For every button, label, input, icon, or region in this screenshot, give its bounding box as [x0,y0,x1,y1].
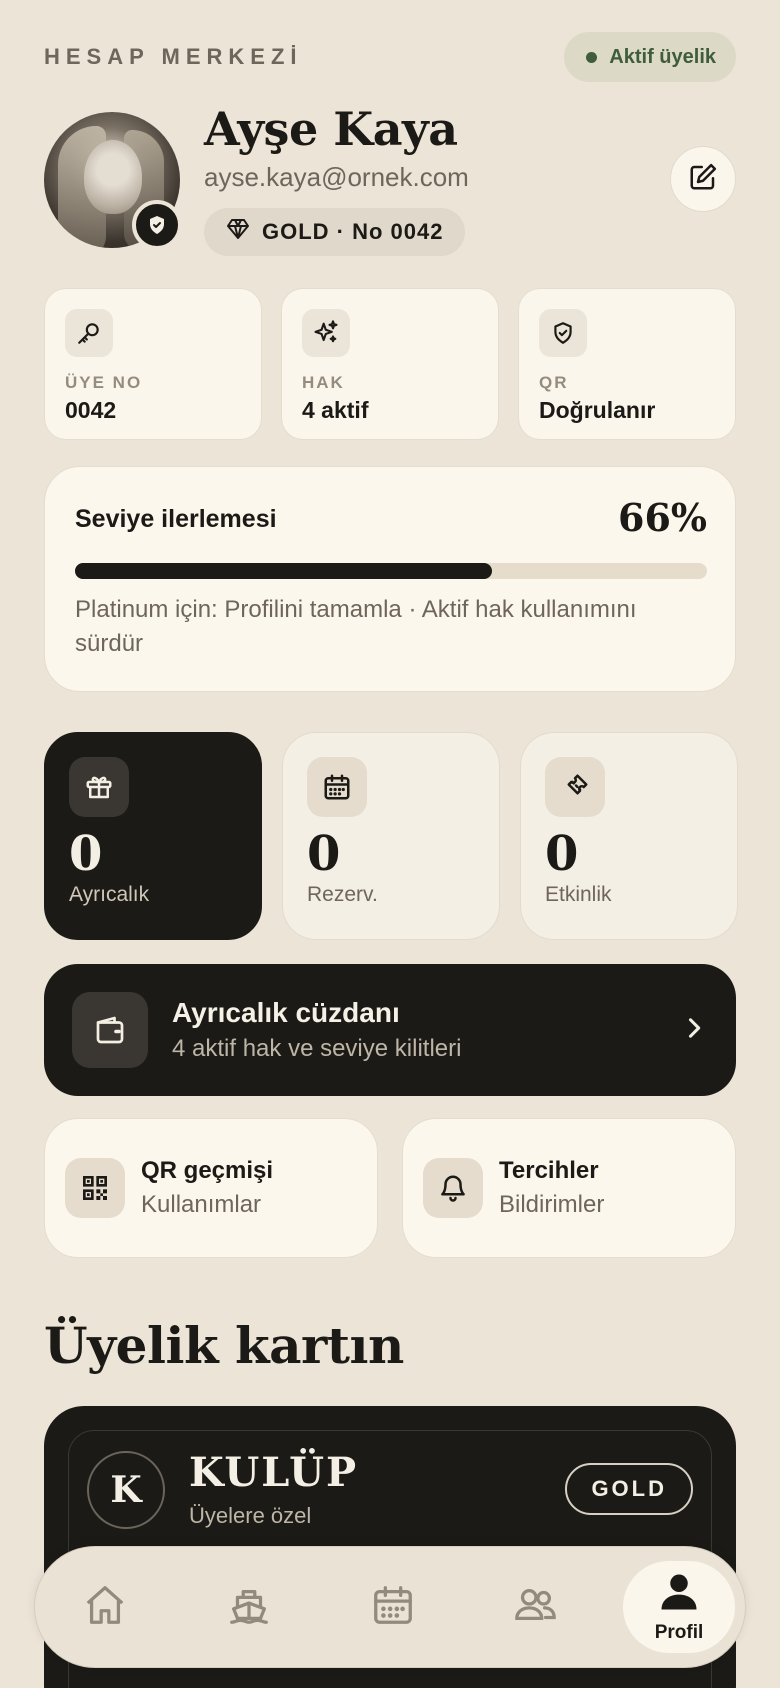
page-section-label: HESAP MERKEZİ [44,44,303,69]
calendar-icon [370,1582,416,1633]
nav-profile-label: Profil [654,1621,704,1643]
progress-fill [75,563,493,579]
level-progress-card: Seviye ilerlemesi 66% Platinum için: Pro… [44,466,736,692]
ticket-icon [545,757,605,817]
sparkles-icon [302,309,350,357]
progress-percent: 66% [618,495,707,540]
club-logo: K [87,1451,165,1529]
stat-label: Rezerv. [307,883,378,906]
tier-label: GOLD · No 0042 [262,219,444,244]
info-card-member-no: ÜYE NO 0042 [44,288,262,440]
nav-cruise[interactable] [209,1567,289,1647]
info-value: Doğrulanır [539,397,656,423]
chevron-right-icon [680,1014,708,1047]
nav-profile[interactable]: Profil [623,1561,735,1653]
edit-profile-button[interactable] [670,146,736,212]
stat-label: Etkinlik [545,883,612,906]
stat-privileges[interactable]: 0 Ayrıcalık [44,732,262,940]
wallet-title: Ayrıcalık cüzdanı [172,997,400,1028]
section-title: Üyelik kartın [44,1316,404,1375]
status-text: Aktif üyelik [609,45,716,68]
shortcut-title: Tercihler [499,1157,599,1184]
privilege-wallet-button[interactable]: Ayrıcalık cüzdanı 4 aktif hak ve seviye … [44,964,736,1096]
gift-icon [69,757,129,817]
stat-value: 0 [307,826,341,882]
ship-icon [226,1582,272,1633]
stat-label: Ayrıcalık [69,883,150,906]
progress-title: Seviye ilerlemesi [75,505,277,533]
status-dot-icon [586,51,598,63]
home-icon [82,1582,128,1633]
shortcut-title: QR geçmişi [141,1157,274,1184]
qr-code-icon [65,1158,125,1218]
user-name: Ayşe Kaya [204,102,458,156]
user-icon [658,1571,700,1618]
shield-check-icon [539,309,587,357]
bell-icon [423,1158,483,1218]
progress-track [75,563,707,579]
edit-icon [688,162,718,197]
preferences-button[interactable]: Tercihler Bildirimler [402,1118,736,1258]
shortcut-subtitle: Bildirimler [499,1191,605,1218]
users-icon [512,1582,558,1633]
stat-value: 0 [69,826,103,882]
diamond-icon [226,218,250,246]
stat-events[interactable]: 0 Etkinlik [520,732,738,940]
wallet-icon [72,992,148,1068]
shortcut-subtitle: Kullanımlar [141,1191,262,1218]
stat-value: 0 [545,826,579,882]
tier-tag: GOLD [565,1463,693,1515]
nav-calendar[interactable] [353,1567,433,1647]
bottom-nav: Profil [34,1546,746,1668]
info-key: QR [539,373,569,392]
info-card-qr: QR Doğrulanır [518,288,736,440]
info-card-rights: HAK 4 aktif [281,288,499,440]
membership-status-badge: Aktif üyelik [564,32,736,82]
info-key: HAK [302,373,345,392]
info-value: 4 aktif [302,397,369,423]
info-key: ÜYE NO [65,373,143,392]
nav-community[interactable] [495,1567,575,1647]
key-icon [65,309,113,357]
calendar-icon [307,757,367,817]
club-name: KULÜP [189,1449,359,1496]
info-value: 0042 [65,397,117,423]
stat-reservations[interactable]: 0 Rezerv. [282,732,500,940]
wallet-subtitle: 4 aktif hak ve seviye kilitleri [172,1035,462,1062]
progress-hint: Platinum için: Profilini tamamla · Aktif… [75,596,637,657]
qr-history-button[interactable]: QR geçmişi Kullanımlar [44,1118,378,1258]
user-email: ayse.kaya@ornek.com [204,162,469,192]
verified-shield-icon [132,200,182,250]
tier-chip: GOLD · No 0042 [204,208,466,256]
nav-home[interactable] [65,1567,145,1647]
club-subtitle: Üyelere özel [189,1503,312,1528]
